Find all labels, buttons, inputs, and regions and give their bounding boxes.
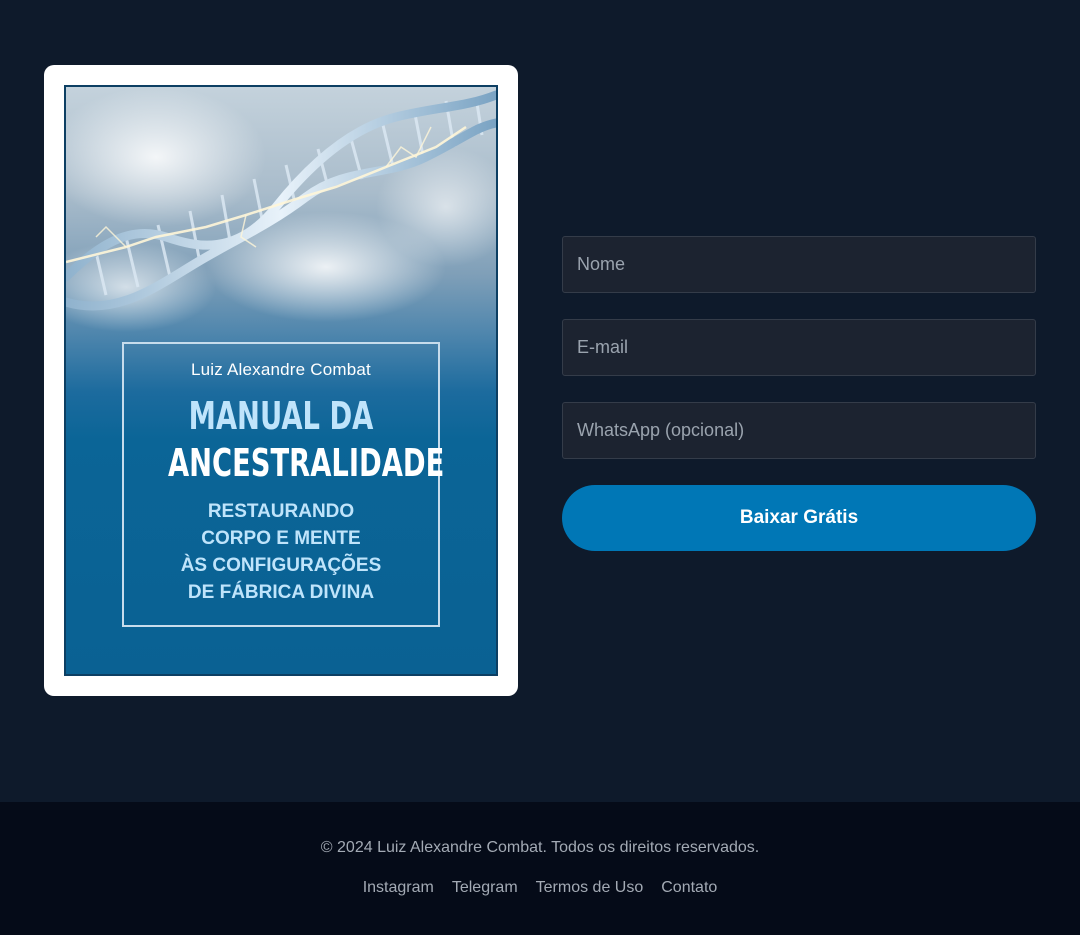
footer: © 2024 Luiz Alexandre Combat. Todos os d… xyxy=(0,802,1080,935)
cover-author: Luiz Alexandre Combat xyxy=(191,360,371,379)
copyright-text: © 2024 Luiz Alexandre Combat. Todos os d… xyxy=(320,839,760,856)
cover-subtitle: RESTAURANDO CORPO E MENTE ÀS CONFIGURAÇÕ… xyxy=(124,498,438,606)
ebook-cover-frame: Luiz Alexandre Combat MANUAL DA ANCESTRA… xyxy=(44,65,518,696)
cover-subtitle-line: CORPO E MENTE xyxy=(201,528,361,549)
cover-title-box: Luiz Alexandre Combat MANUAL DA ANCESTRA… xyxy=(122,342,445,627)
footer-links: Instagram Telegram Termos de Uso Contato xyxy=(0,879,1080,897)
hero-section: Luiz Alexandre Combat MANUAL DA ANCESTRA… xyxy=(0,0,1080,802)
footer-link-instagram[interactable]: Instagram xyxy=(363,879,434,897)
footer-link-contact[interactable]: Contato xyxy=(661,879,717,897)
ebook-cover: Luiz Alexandre Combat MANUAL DA ANCESTRA… xyxy=(64,85,498,676)
download-form: Baixar Grátis xyxy=(562,236,1036,551)
footer-link-terms[interactable]: Termos de Uso xyxy=(536,879,644,897)
cover-title-line2: ANCESTRALIDADE xyxy=(167,441,445,485)
cover-subtitle-line: RESTAURANDO xyxy=(207,501,355,522)
footer-link-telegram[interactable]: Telegram xyxy=(452,879,518,897)
name-input[interactable] xyxy=(562,236,1036,293)
whatsapp-input[interactable] xyxy=(562,402,1036,459)
cover-title-line1: MANUAL DA xyxy=(188,394,374,438)
download-button[interactable]: Baixar Grátis xyxy=(562,485,1036,551)
email-input[interactable] xyxy=(562,319,1036,376)
cover-subtitle-line: DE FÁBRICA DIVINA xyxy=(187,582,375,603)
cover-subtitle-line: ÀS CONFIGURAÇÕES xyxy=(180,555,382,576)
